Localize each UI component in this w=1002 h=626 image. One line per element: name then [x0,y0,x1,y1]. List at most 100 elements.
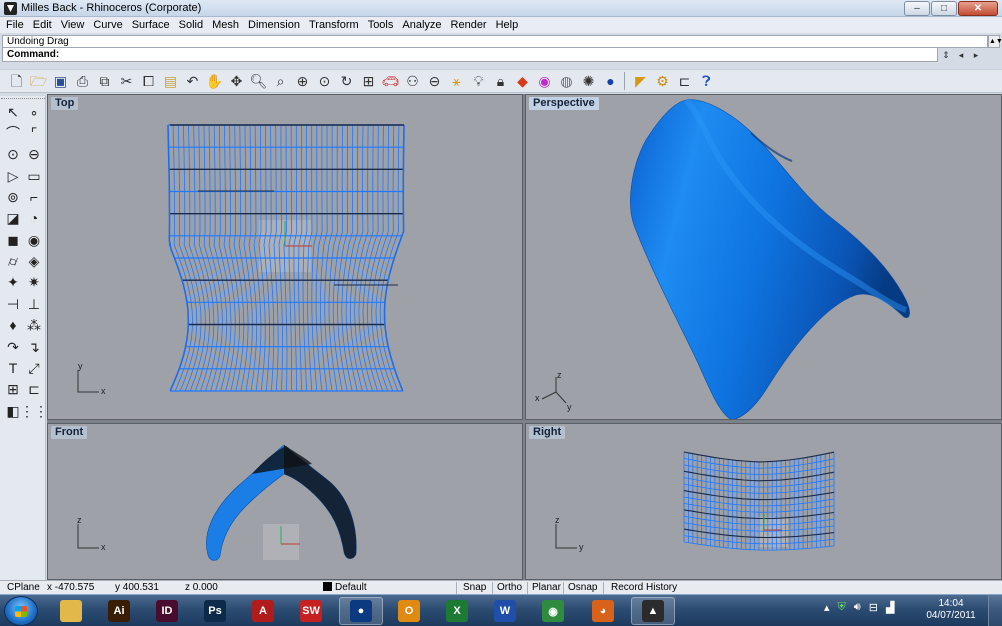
menu-transform[interactable]: Transform [305,17,364,33]
taskbar-chrome-button[interactable]: ◉ [531,597,575,625]
zoom-window-icon[interactable]: ⌕ [270,71,291,92]
import-icon[interactable]: ⧉ [94,71,115,92]
print-icon[interactable]: ⎙ [72,71,93,92]
four-views-icon[interactable]: ⊞ [358,71,379,92]
help-icon[interactable]: ❓︎ [696,71,717,92]
status-osnap[interactable]: Osnap [565,581,597,595]
menu-analyze[interactable]: Analyze [398,17,446,33]
edit-points-icon[interactable]: ↴ [24,337,44,357]
zoom-extents-icon[interactable]: ⊕ [292,71,313,92]
maximize-button[interactable]: □ [931,1,957,16]
zoom-icon[interactable]: 🔍︎ [248,71,269,92]
clock-icon[interactable]: ⊖ [424,71,445,92]
cut-icon[interactable]: ✂ [116,71,137,92]
start-button[interactable] [4,596,38,626]
fillet-icon[interactable]: ⌐ [24,187,44,207]
layer-icon[interactable]: ◆ [512,71,533,92]
paste-icon[interactable]: ▤ [160,71,181,92]
taskbar-firefox-button[interactable]: ◕ [581,597,625,625]
curve-icon[interactable]: ⌜ [24,123,44,143]
dimension-left-icon[interactable]: ⊏ [24,379,44,399]
command-input[interactable]: Command: [2,48,938,62]
taskbar-outlook-button[interactable]: O [387,597,431,625]
show-desktop-button[interactable] [988,595,1002,626]
command-scroll-icon[interactable]: ⇕ [940,49,952,61]
paint-icon[interactable]: ⚇ [402,71,423,92]
solid-union-icon[interactable]: ◉ [24,230,44,250]
viewport-front[interactable]: zx Front [47,423,523,580]
ellipse-icon[interactable]: ⊖ [24,144,44,164]
pan-icon[interactable]: ✋ [204,71,225,92]
viewport-label-right[interactable]: Right [529,426,566,439]
viewport-perspective[interactable]: z x y Perspective [525,94,1002,420]
light-icon[interactable]: 💡︎ [468,71,489,92]
taskbar-solidworks-button[interactable]: SW [289,597,333,625]
sphere-icon[interactable]: ◍ [556,71,577,92]
tray-shield-icon[interactable]: ⛨ [838,601,846,614]
car-icon[interactable]: 🚗︎ [380,71,401,92]
copy-icon[interactable]: ⧠ [138,71,159,92]
menu-solid[interactable]: Solid [175,17,208,33]
command-history-scroll[interactable]: ▲▼ [988,35,1002,48]
status-ortho[interactable]: Ortho [494,581,522,595]
chevron-right-icon[interactable]: ▸ [970,49,982,61]
taskbar-word-button[interactable]: W [483,597,527,625]
status-planar[interactable]: Planar [529,581,561,595]
polygon-icon[interactable]: ⊚ [3,187,23,207]
box-icon[interactable]: ◼ [3,230,23,250]
menu-mesh[interactable]: Mesh [208,17,244,33]
toolbar-grip[interactable] [1,98,45,101]
loft-icon[interactable]: ◔ [24,208,44,228]
viewport-top[interactable]: yx Top [47,94,523,420]
select-icon[interactable]: ↖ [3,102,23,122]
chevron-left-icon[interactable]: ◂ [955,49,967,61]
taskbar-rhino-button[interactable]: ● [339,597,383,625]
rotate-icon[interactable]: ↻ [336,71,357,92]
taskbar-rhino-model-button[interactable]: ▲ [631,597,675,625]
signal-icon[interactable]: ▟ [886,601,894,614]
split-icon[interactable]: ⊥ [24,294,44,314]
open-icon[interactable]: 🗁 [28,71,49,92]
boolean-icon[interactable]: ♦ [3,315,23,335]
taskbar-acrobat-button[interactable]: A [241,597,285,625]
minimize-button[interactable]: – [904,1,930,16]
circle-icon[interactable]: ⊙ [3,144,23,164]
taskbar-illustrator-button[interactable]: Ai [97,597,141,625]
surface-icon[interactable]: ◪ [3,208,23,228]
status-layer[interactable]: Default [320,581,367,595]
array-icon[interactable]: ⊞ [3,379,23,399]
cylinder-icon[interactable]: ⌭ [3,251,23,271]
close-button[interactable]: ✕ [958,1,998,16]
volume-icon[interactable]: 🔊︎ [854,601,861,614]
viewport-label-perspective[interactable]: Perspective [529,97,599,110]
taskbar-indesign-button[interactable]: ID [145,597,189,625]
zoom-selected-icon[interactable]: ⊙ [314,71,335,92]
rotate-view-icon[interactable]: ✥ [226,71,247,92]
viewport-right[interactable]: zy Right [525,423,1002,580]
status-snap[interactable]: Snap [460,581,486,595]
text-icon[interactable]: T [3,358,23,378]
group-icon[interactable]: ⁂ [24,315,44,335]
snap-icon[interactable]: ⚹ [446,71,467,92]
menu-tools[interactable]: Tools [364,17,399,33]
menu-view[interactable]: View [57,17,90,33]
point-icon[interactable]: ∘ [24,102,44,122]
undo-icon[interactable]: ↶ [182,71,203,92]
arc-icon[interactable]: ▷ [3,166,23,186]
color-icon[interactable]: ◉ [534,71,555,92]
move-icon[interactable]: ⤢ [24,358,44,378]
menu-surface[interactable]: Surface [128,17,175,33]
menu-curve[interactable]: Curve [89,17,127,33]
taskbar-excel-button[interactable]: X [435,597,479,625]
mesh-icon[interactable]: ◈ [24,251,44,271]
trim-icon[interactable]: ⊣ [3,294,23,314]
new-icon[interactable]: 🗋 [6,71,27,92]
rebuild-icon[interactable]: ↷ [3,337,23,357]
explode-icon[interactable]: ✷ [24,272,44,292]
render-icon[interactable]: ✺ [578,71,599,92]
menu-help[interactable]: Help [492,17,524,33]
more-tools-icon[interactable]: ⋮⋮ [20,401,48,421]
rectangle-icon[interactable]: ▭ [24,166,44,186]
gear-icon[interactable]: ⚙ [652,71,673,92]
network-icon[interactable]: ⊟ [869,601,878,614]
